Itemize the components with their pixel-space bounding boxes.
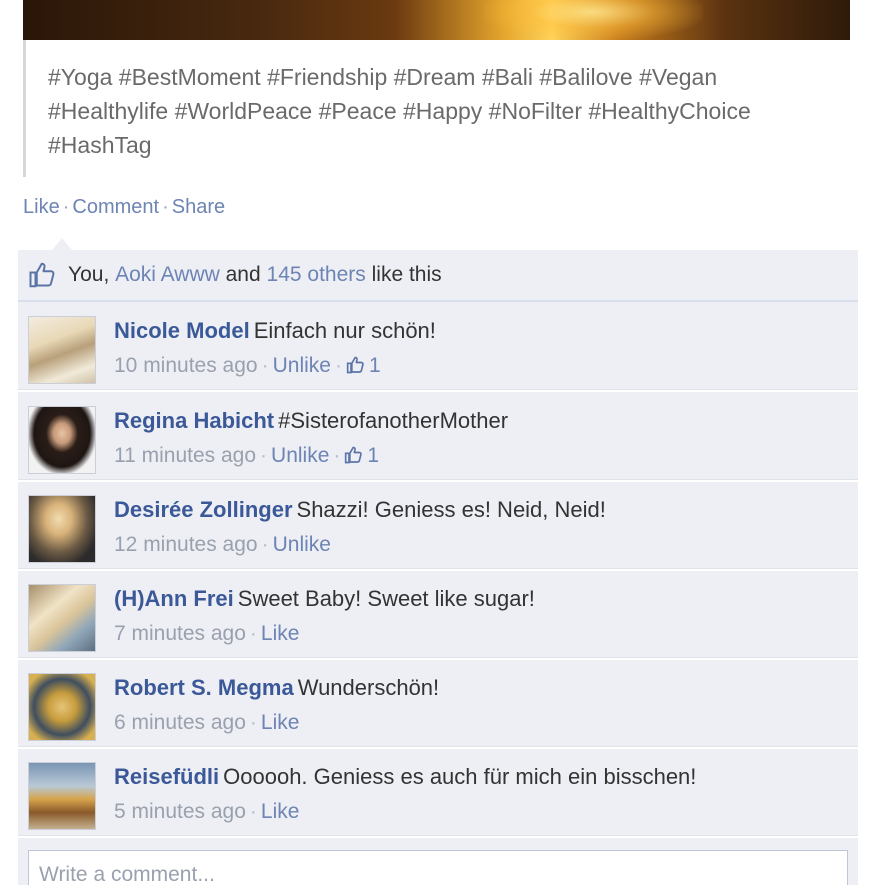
caption-line: #HashTag (48, 132, 152, 158)
comment-item: Desirée Zollinger Shazzi! Geniess es! Nei… (18, 483, 858, 571)
avatar[interactable] (28, 762, 96, 830)
comment-text: Wunderschön! (297, 675, 440, 700)
comment-meta: 12 minutes ago · Unlike (114, 527, 848, 563)
separator: · (249, 800, 257, 823)
comment-item: (H)Ann Frei Sweet Baby! Sweet like sugar!… (18, 572, 858, 660)
thumbs-up-icon[interactable] (344, 445, 364, 465)
comment-meta: 5 minutes ago · Like (114, 794, 848, 830)
commenter-name-link[interactable]: (H)Ann Frei (114, 586, 234, 611)
commenter-name-link[interactable]: Regina Habicht (114, 408, 274, 433)
comment-time[interactable]: 5 minutes ago (114, 800, 246, 823)
comment-like-count[interactable]: 1 (367, 444, 379, 467)
sunset-glow (483, 0, 703, 40)
separator: · (334, 354, 342, 377)
caption-line: #Yoga #BestMoment #Friendship #Dream #Ba… (48, 64, 718, 90)
like-link[interactable]: Like (261, 622, 300, 645)
likes-you: You, (68, 263, 110, 286)
avatar[interactable] (28, 495, 96, 563)
comment-meta: 7 minutes ago · Like (114, 616, 848, 652)
commenter-name-link[interactable]: Reisefüdli (114, 764, 219, 789)
comment-text: Einfach nur schön! (253, 318, 436, 343)
like-link[interactable]: Like (261, 711, 300, 734)
post-page: #Yoga #BestMoment #Friendship #Dream #Ba… (0, 0, 873, 885)
separator: · (333, 444, 341, 467)
separator: · (62, 196, 70, 218)
commenter-name-link[interactable]: Robert S. Megma (114, 675, 294, 700)
share-link[interactable]: Share (172, 196, 225, 218)
comment-item: Reisefüdli Oooooh. Geniess es auch für mi… (18, 750, 858, 838)
separator: · (249, 711, 257, 734)
commenter-name-link[interactable]: Nicole Model (114, 318, 250, 343)
like-link[interactable]: Like (23, 196, 60, 218)
comment-time[interactable]: 11 minutes ago (114, 444, 256, 467)
comment-time[interactable]: 12 minutes ago (114, 533, 258, 556)
separator: · (249, 622, 257, 645)
comment-item: Robert S. Megma Wunderschön! 6 minutes ag… (18, 661, 858, 749)
unlike-link[interactable]: Unlike (273, 354, 331, 377)
commenter-name-link[interactable]: Desirée Zollinger (114, 497, 293, 522)
caption-line: #Healthylife #WorldPeace #Peace #Happy #… (48, 98, 751, 124)
comment-text: Oooooh. Geniess es auch für mich ein bis… (223, 764, 697, 789)
comment-item: Nicole Model Einfach nur schön! 10 minute… (18, 304, 858, 392)
comment-meta: 10 minutes ago · Unlike · 1 (114, 348, 848, 384)
post-caption: #Yoga #BestMoment #Friendship #Dream #Ba… (23, 40, 850, 177)
write-comment-input[interactable]: Write a comment... (28, 850, 848, 885)
likes-summary: You, Aoki Awww and 145 others like this (18, 250, 858, 302)
like-link[interactable]: Like (261, 800, 300, 823)
separator: · (261, 354, 269, 377)
comment-text: Sweet Baby! Sweet like sugar! (237, 586, 535, 611)
avatar[interactable] (28, 584, 96, 652)
likes-suffix: like this (371, 263, 442, 286)
comment-meta: 11 minutes ago · Unlike · 1 (114, 438, 848, 474)
likes-and: and (225, 263, 261, 286)
thumbs-up-icon (29, 262, 55, 288)
liker-name-link[interactable]: Aoki Awww (115, 263, 220, 287)
comment-like-count[interactable]: 1 (369, 354, 381, 377)
avatar[interactable] (28, 673, 96, 741)
avatar[interactable] (28, 406, 96, 474)
comment-time[interactable]: 10 minutes ago (114, 354, 258, 377)
thumbs-up-icon[interactable] (346, 355, 366, 375)
unlike-link[interactable]: Unlike (271, 444, 329, 467)
comments-panel: You, Aoki Awww and 145 others like this … (18, 250, 858, 885)
panel-pointer (52, 238, 72, 250)
comment-time[interactable]: 7 minutes ago (114, 622, 246, 645)
unlike-link[interactable]: Unlike (273, 533, 331, 556)
comment-time[interactable]: 6 minutes ago (114, 711, 246, 734)
post-photo[interactable] (23, 0, 850, 40)
separator: · (260, 444, 268, 467)
others-link[interactable]: 145 others (267, 263, 366, 287)
avatar[interactable] (28, 316, 96, 384)
separator: · (162, 196, 169, 218)
comment-link[interactable]: Comment (72, 196, 159, 218)
comment-item: Regina Habicht #SisterofanotherMother 11 … (18, 394, 858, 482)
comment-text: #SisterofanotherMother (278, 408, 509, 433)
separator: · (261, 533, 269, 556)
post-actions: Like · Comment · Share (23, 196, 225, 219)
comment-text: Shazzi! Geniess es! Neid, Neid! (296, 497, 606, 522)
comment-meta: 6 minutes ago · Like (114, 705, 848, 741)
